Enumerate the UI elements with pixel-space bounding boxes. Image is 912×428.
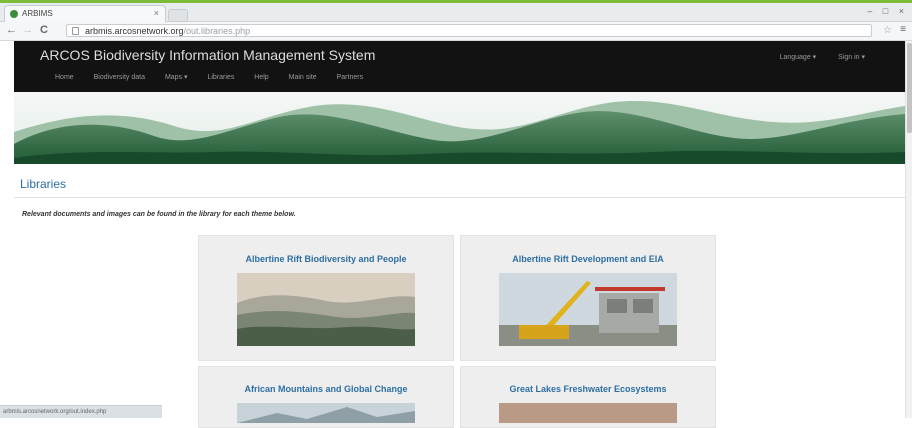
bookmark-star-icon[interactable]: ☆ — [883, 25, 892, 36]
browser-tab[interactable]: ARBIMS × — [4, 5, 166, 22]
construction-crane-thumbnail[interactable] — [499, 273, 677, 346]
window-controls[interactable]: – □ × — [867, 6, 908, 16]
main-nav: Home Biodiversity data Maps ▾ Libraries … — [55, 73, 381, 81]
vertical-scrollbar[interactable] — [905, 41, 912, 418]
nav-libraries[interactable]: Libraries — [207, 74, 234, 81]
nav-main-site[interactable]: Main site — [289, 74, 317, 81]
header-banner — [14, 92, 905, 164]
mountain-thumbnail[interactable] — [237, 403, 415, 423]
page-title: Libraries — [20, 177, 67, 191]
url-input[interactable]: arbmis.arcosnetwork.org/out.libraries.ph… — [66, 24, 872, 37]
tab-title: ARBIMS — [22, 9, 53, 18]
card-title[interactable]: Great Lakes Freshwater Ecosystems — [461, 384, 715, 394]
browser-menu-icon[interactable]: ≡ — [900, 24, 906, 35]
reload-icon[interactable]: C — [40, 24, 48, 36]
nav-biodiversity-data[interactable]: Biodiversity data — [94, 74, 145, 81]
back-arrow-icon[interactable]: ← — [6, 24, 17, 36]
forward-arrow-icon[interactable]: → — [22, 24, 33, 36]
tab-close-icon[interactable]: × — [154, 8, 159, 18]
right-nav: Language ▾ Sign in ▾ — [760, 53, 865, 61]
site-navbar: ARCOS Biodiversity Information Managemen… — [14, 41, 905, 92]
card-title[interactable]: Albertine Rift Biodiversity and People — [199, 254, 453, 264]
new-tab-button[interactable] — [168, 9, 188, 22]
page-icon — [72, 27, 79, 35]
page-content: Libraries Relevant documents and images … — [14, 164, 905, 428]
site-brand[interactable]: ARCOS Biodiversity Information Managemen… — [40, 47, 375, 63]
library-card-great-lakes[interactable]: Great Lakes Freshwater Ecosystems — [460, 366, 716, 428]
library-card-development-eia[interactable]: Albertine Rift Development and EIA — [460, 235, 716, 361]
nav-maps[interactable]: Maps ▾ — [165, 74, 188, 81]
address-bar: ← → C arbmis.arcosnetwork.org/out.librar… — [0, 22, 912, 41]
mountain-banner-image — [14, 92, 905, 164]
url-host: arbmis.arcosnetwork.org — [85, 26, 184, 36]
library-card-mountains-global-change[interactable]: African Mountains and Global Change — [198, 366, 454, 428]
intro-text: Relevant documents and images can be fou… — [22, 211, 296, 218]
card-title[interactable]: African Mountains and Global Change — [199, 384, 453, 394]
url-path: /out.libraries.php — [183, 26, 251, 36]
nav-partners[interactable]: Partners — [337, 74, 363, 81]
status-bar: arbmis.arcosnetwork.org/out.index.php — [0, 405, 162, 418]
title-divider — [14, 197, 905, 198]
scrollbar-thumb[interactable] — [907, 43, 912, 133]
sign-in-menu[interactable]: Sign in ▾ — [838, 54, 865, 61]
library-card-biodiversity-people[interactable]: Albertine Rift Biodiversity and People — [198, 235, 454, 361]
site-favicon-icon — [10, 10, 18, 18]
misty-mountains-thumbnail[interactable] — [237, 273, 415, 346]
lake-thumbnail[interactable] — [499, 403, 677, 423]
browser-tab-bar: ARBIMS × – □ × — [0, 3, 912, 22]
nav-home[interactable]: Home — [55, 74, 74, 81]
language-menu[interactable]: Language ▾ — [780, 54, 817, 61]
nav-help[interactable]: Help — [254, 74, 268, 81]
card-title[interactable]: Albertine Rift Development and EIA — [461, 254, 715, 264]
